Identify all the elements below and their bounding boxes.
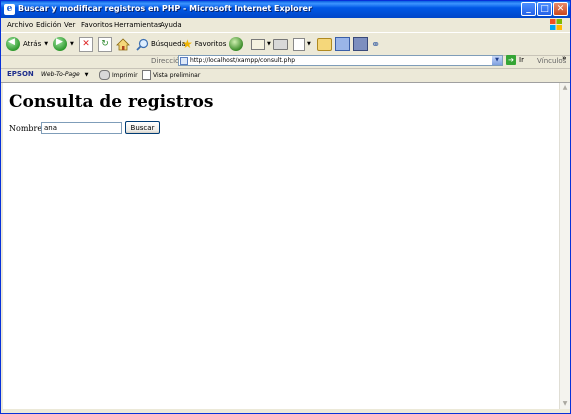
favorites-label: Favoritos xyxy=(194,40,227,48)
search-submit-button[interactable]: Buscar xyxy=(125,121,160,134)
research-button[interactable] xyxy=(335,36,350,52)
home-button[interactable] xyxy=(116,36,130,52)
web-to-page-dropdown-icon: ▼ xyxy=(84,72,89,78)
vertical-scrollbar[interactable]: ▲ ▼ xyxy=(559,83,570,409)
status-bar xyxy=(1,409,570,413)
mail-icon xyxy=(251,38,265,50)
page-content: Consulta de registros Nombre: Buscar xyxy=(3,83,559,409)
address-bar: Dirección http://localhost/xampp/consult… xyxy=(1,54,570,69)
print-label: Imprimir xyxy=(112,71,138,79)
back-arrow-icon: ◀ xyxy=(6,37,20,51)
history-button[interactable] xyxy=(229,36,243,52)
window-title: Buscar y modificar registros en PHP - Mi… xyxy=(18,4,312,13)
forward-arrow-icon: ▶ xyxy=(53,37,67,51)
refresh-button[interactable]: ↻ xyxy=(98,36,112,52)
address-input[interactable]: http://localhost/xampp/consult.php ▼ xyxy=(178,55,503,66)
name-label: Nombre: xyxy=(9,124,45,133)
standard-toolbar: ◀ Atrás ▼ ▶ ▼ ✕ ↻ Búsqueda ★ Favoritos ▼… xyxy=(1,32,570,56)
print-icon xyxy=(99,70,110,80)
edit-dropdown-icon[interactable]: ▼ xyxy=(307,41,311,47)
epson-logo: EPSON xyxy=(7,70,34,78)
address-url: http://localhost/xampp/consult.php xyxy=(190,57,296,64)
search-icon xyxy=(136,38,149,51)
go-arrow-icon: ➔ xyxy=(506,55,516,65)
back-label: Atrás xyxy=(23,40,42,48)
search-button[interactable]: Búsqueda xyxy=(136,36,186,52)
home-icon xyxy=(116,37,130,50)
favorites-button[interactable]: ★ Favoritos xyxy=(182,36,226,52)
menu-archivo[interactable]: Archivo xyxy=(7,21,33,29)
forward-button[interactable]: ▶ ▼ xyxy=(53,36,74,52)
maximize-button[interactable]: □ xyxy=(537,2,552,16)
folder-icon xyxy=(317,37,332,51)
page-title: Consulta de registros xyxy=(9,92,214,112)
mail-button[interactable]: ▼ xyxy=(251,36,271,52)
preview-icon xyxy=(142,70,151,80)
web-to-page-menu[interactable]: Web-To-Page ▼ xyxy=(41,71,89,78)
research-icon xyxy=(335,37,350,51)
edit-button[interactable]: ▼ xyxy=(293,36,311,52)
book-icon xyxy=(353,37,368,51)
print-link-button[interactable]: Imprimir xyxy=(99,70,138,80)
epson-toolbar: EPSON Web-To-Page ▼ Imprimir Vista preli… xyxy=(1,68,570,83)
close-button[interactable]: ✕ xyxy=(553,2,568,16)
title-bar[interactable]: e Buscar y modificar registros en PHP - … xyxy=(1,1,570,18)
go-button[interactable]: ➔ Ir xyxy=(506,55,524,65)
stop-button[interactable]: ✕ xyxy=(79,36,93,52)
menu-ayuda[interactable]: Ayuda xyxy=(160,21,182,29)
edit-icon xyxy=(293,37,305,51)
preview-label: Vista preliminar xyxy=(153,71,201,79)
web-to-page-label: Web-To-Page xyxy=(41,71,80,78)
menu-edicion[interactable]: Edición xyxy=(36,21,61,29)
back-dropdown-icon[interactable]: ▼ xyxy=(44,41,48,47)
windows-logo-icon xyxy=(550,19,562,30)
browser-window: e Buscar y modificar registros en PHP - … xyxy=(0,0,571,414)
forward-dropdown-icon[interactable]: ▼ xyxy=(70,41,74,47)
page-icon xyxy=(180,56,188,65)
name-input[interactable] xyxy=(41,122,122,134)
go-label: Ir xyxy=(519,56,524,64)
messenger-button[interactable] xyxy=(353,36,368,52)
search-label: Búsqueda xyxy=(151,40,186,48)
minimize-button[interactable]: _ xyxy=(521,2,536,16)
history-icon xyxy=(229,37,243,51)
back-button[interactable]: ◀ Atrás ▼ xyxy=(6,36,48,52)
scroll-up-icon[interactable]: ▲ xyxy=(560,83,570,93)
favorites-star-icon: ★ xyxy=(182,37,193,51)
people-icon: ⚭ xyxy=(371,37,381,51)
scroll-down-icon[interactable]: ▼ xyxy=(560,399,570,409)
print-button[interactable] xyxy=(273,36,288,52)
address-dropdown-icon[interactable]: ▼ xyxy=(492,56,502,65)
ie-logo-icon: e xyxy=(4,4,15,15)
menu-ver[interactable]: Ver xyxy=(64,21,75,29)
refresh-icon: ↻ xyxy=(98,36,112,52)
stop-icon: ✕ xyxy=(79,36,93,52)
menu-bar: Archivo Edición Ver Favoritos Herramient… xyxy=(1,18,570,33)
toolbar-overflow-icon[interactable]: » xyxy=(562,54,567,62)
printer-icon xyxy=(273,38,288,50)
mail-dropdown-icon[interactable]: ▼ xyxy=(267,41,271,47)
print-preview-button[interactable]: Vista preliminar xyxy=(142,70,200,80)
extra-button[interactable]: ⚭ xyxy=(371,36,380,52)
discuss-button[interactable] xyxy=(317,36,332,52)
menu-favoritos[interactable]: Favoritos xyxy=(81,21,113,29)
menu-herramientas[interactable]: Herramientas xyxy=(114,21,162,29)
